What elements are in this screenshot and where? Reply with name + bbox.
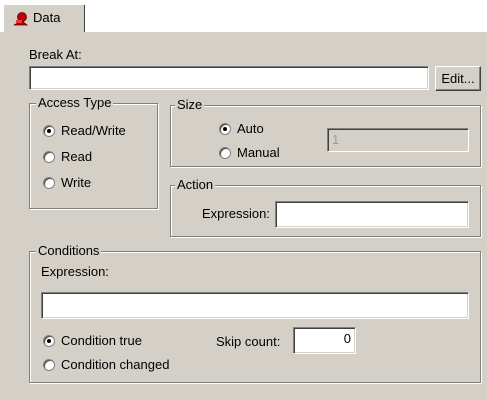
conditions-expression-input[interactable] [41, 292, 469, 319]
action-expression-label: Expression: [202, 206, 270, 221]
size-value-input[interactable]: 1 [327, 128, 469, 152]
skip-count-label: Skip count: [216, 334, 281, 349]
radio-auto[interactable] [219, 123, 231, 135]
radio-read[interactable] [43, 151, 55, 163]
tab-data[interactable]: Data [3, 4, 85, 32]
break-at-input[interactable] [29, 66, 429, 90]
tab-label: Data [33, 10, 61, 25]
edit-button[interactable]: Edit... [435, 66, 481, 91]
conditions-expression-label: Expression: [41, 264, 109, 279]
radio-condition-true[interactable] [43, 335, 55, 347]
radio-auto-label[interactable]: Auto [237, 121, 264, 137]
skip-count-input[interactable]: 0 [293, 327, 356, 354]
radio-write[interactable] [43, 177, 55, 189]
radio-condition-changed[interactable] [43, 359, 55, 371]
breakpoint-data-icon [13, 12, 28, 26]
conditions-title: Conditions [36, 243, 102, 258]
break-at-label: Break At: [29, 47, 82, 62]
access-type-title: Access Type [36, 95, 114, 110]
action-title: Action [175, 177, 216, 192]
radio-read-label[interactable]: Read [61, 149, 92, 165]
radio-read-write[interactable] [43, 125, 55, 137]
radio-read-write-label[interactable]: Read/Write [61, 123, 126, 139]
radio-write-label[interactable]: Write [61, 175, 91, 191]
radio-condition-true-label[interactable]: Condition true [61, 333, 142, 349]
radio-manual[interactable] [219, 147, 231, 159]
action-expression-input[interactable] [275, 201, 469, 228]
radio-condition-changed-label[interactable]: Condition changed [61, 357, 169, 373]
radio-manual-label[interactable]: Manual [237, 145, 280, 161]
size-title: Size [175, 97, 205, 112]
